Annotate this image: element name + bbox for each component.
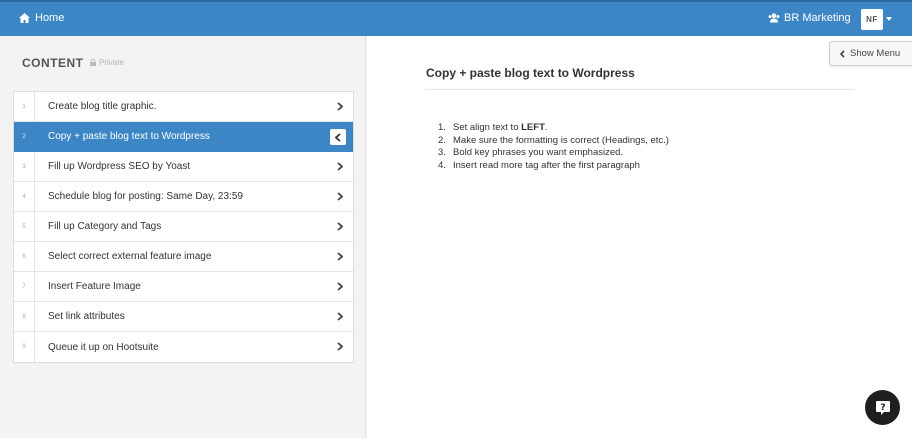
- chevron-left-icon: [840, 49, 845, 58]
- chevron-left-icon: [335, 132, 341, 142]
- instruction-text: Set align text to LEFT.: [453, 122, 548, 133]
- step-number: 8: [14, 302, 35, 331]
- chevron-right-icon: [337, 342, 343, 351]
- team-selector[interactable]: BR Marketing: [768, 12, 851, 24]
- step-label: Select correct external feature image: [48, 251, 212, 262]
- privacy-label: Private: [99, 58, 124, 67]
- instruction-item: 4. Insert read more tag after the first …: [438, 160, 669, 173]
- show-menu-label: Show Menu: [850, 48, 901, 59]
- step-number: 9: [14, 332, 35, 362]
- chevron-right-icon: [337, 222, 343, 231]
- task-detail-panel: [367, 36, 912, 438]
- step-label: Fill up Category and Tags: [48, 221, 162, 232]
- home-icon: [19, 13, 30, 23]
- home-link[interactable]: Home: [19, 12, 64, 24]
- sidebar-title: CONTENT: [22, 56, 84, 70]
- instruction-list: 1. Set align text to LEFT. 2. Make sure …: [438, 122, 669, 172]
- task-title: Copy + paste blog text to Wordpress: [426, 66, 635, 80]
- instruction-item: 1. Set align text to LEFT.: [438, 122, 669, 135]
- step-list: 1 Create blog title graphic. 2 Copy + pa…: [13, 91, 354, 363]
- instruction-text: Make sure the formatting is correct (Hea…: [453, 134, 669, 146]
- step-item[interactable]: 1 Create blog title graphic.: [14, 92, 353, 122]
- svg-text:?: ?: [880, 403, 885, 413]
- step-label: Queue it up on Hootsuite: [48, 341, 159, 353]
- instruction-text: Insert read more tag after the first par…: [453, 159, 640, 171]
- step-label: Schedule blog for posting: Same Day, 23:…: [48, 191, 243, 202]
- chevron-right-icon: [337, 162, 343, 171]
- question-bubble-icon: ?: [875, 400, 890, 415]
- step-item[interactable]: 3 Fill up Wordpress SEO by Yoast: [14, 152, 353, 182]
- user-avatar[interactable]: NF: [861, 9, 883, 30]
- step-label: Set link attributes: [48, 311, 125, 322]
- top-navbar: Home BR Marketing NF: [0, 0, 912, 36]
- step-item[interactable]: 5 Fill up Category and Tags: [14, 212, 353, 242]
- divider: [426, 89, 854, 90]
- step-number: 3: [14, 152, 35, 181]
- privacy-indicator: Private: [90, 58, 124, 67]
- instruction-number: 3.: [438, 147, 446, 158]
- instruction-number: 1.: [438, 122, 446, 133]
- chevron-right-icon: [337, 252, 343, 261]
- chevron-down-icon[interactable]: [886, 17, 892, 21]
- instruction-number: 4.: [438, 159, 446, 171]
- home-label: Home: [35, 12, 65, 24]
- sidebar: CONTENT Private 1 Create blog title grap…: [0, 36, 366, 438]
- step-item[interactable]: 6 Select correct external feature image: [14, 242, 353, 272]
- step-item-active[interactable]: 2 Copy + paste blog text to Wordpress: [14, 122, 353, 152]
- step-number: 6: [14, 242, 35, 271]
- step-item[interactable]: 9 Queue it up on Hootsuite: [14, 332, 353, 362]
- chevron-right-icon: [337, 192, 343, 201]
- step-number: 4: [14, 182, 35, 211]
- chevron-right-icon: [337, 282, 343, 291]
- chevron-right-icon: [337, 102, 343, 111]
- team-name: BR Marketing: [784, 12, 851, 24]
- step-label: Create blog title graphic.: [48, 101, 157, 112]
- show-menu-button[interactable]: Show Menu: [829, 41, 912, 66]
- step-item[interactable]: 8 Set link attributes: [14, 302, 353, 332]
- users-icon: [768, 13, 780, 23]
- step-label: Fill up Wordpress SEO by Yoast: [48, 161, 191, 172]
- step-number: 5: [14, 212, 35, 241]
- instruction-item: 3. Bold key phrases you want emphasized.: [438, 147, 669, 160]
- step-number: 1: [14, 92, 35, 121]
- instruction-text: Bold key phrases you want emphasized.: [453, 147, 624, 158]
- step-number: 7: [14, 272, 35, 301]
- collapse-step-button[interactable]: [330, 129, 346, 145]
- step-item[interactable]: 4 Schedule blog for posting: Same Day, 2…: [14, 182, 353, 212]
- step-number: 2: [14, 122, 35, 151]
- instruction-item: 2. Make sure the formatting is correct (…: [438, 135, 669, 148]
- chevron-right-icon: [337, 312, 343, 321]
- instruction-number: 2.: [438, 134, 446, 146]
- step-label: Insert Feature Image: [48, 281, 141, 292]
- step-item[interactable]: 7 Insert Feature Image: [14, 272, 353, 302]
- lock-icon: [90, 59, 96, 66]
- help-button[interactable]: ?: [865, 390, 900, 425]
- step-label: Copy + paste blog text to Wordpress: [48, 131, 210, 142]
